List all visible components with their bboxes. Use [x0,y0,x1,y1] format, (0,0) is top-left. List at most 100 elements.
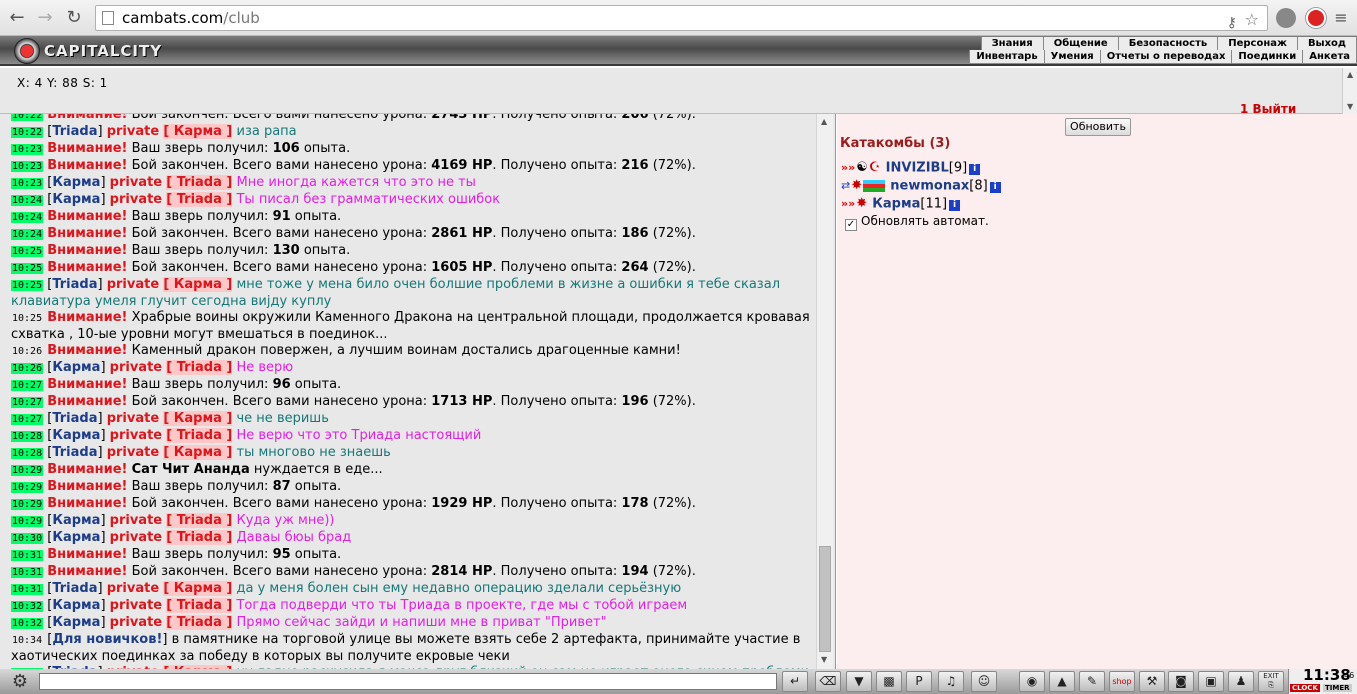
message-time[interactable]: 10:31 [11,567,44,578]
key-icon[interactable]: ⚷ [1227,11,1237,35]
sender-name[interactable]: Карма [52,513,100,528]
clock-label[interactable]: CLOCK [1290,684,1320,692]
message-time[interactable]: 10:25 [11,246,44,257]
menu-transfer-reports[interactable]: Отчеты о переводах [1101,50,1233,63]
message-time[interactable]: 10:23 [11,161,44,172]
extension-icon[interactable] [1276,8,1296,28]
message-time[interactable]: 10:34 [11,635,43,646]
recipient-name[interactable]: [ Triada ] [166,428,233,443]
chat-input[interactable] [39,673,777,690]
message-time[interactable]: 10:31 [11,550,44,561]
sender-name[interactable]: Карма [52,192,100,207]
private-arrow-icon[interactable]: »» [841,195,855,213]
sender-name[interactable]: Triada [52,277,97,292]
message-time[interactable]: 10:29 [11,482,44,493]
message-time[interactable]: 10:23 [11,178,44,189]
message-time[interactable]: 10:25 [11,263,44,274]
scroll-icon[interactable]: ✎ [1079,671,1105,692]
menu-security[interactable]: Безопасность [1119,37,1219,50]
sender-name[interactable]: Карма [52,428,100,443]
timer-label[interactable]: TIMER [1323,684,1352,692]
message-time[interactable]: 10:27 [11,380,44,391]
message-time[interactable]: 10:30 [11,533,44,544]
auto-refresh-checkbox[interactable]: ✓ [845,219,857,231]
eraser-icon[interactable]: ⌫ [815,671,841,692]
adblock-icon[interactable] [1306,8,1326,28]
recipient-name[interactable]: [ Triada ] [166,530,233,545]
recipient-name[interactable]: [ Карма ] [163,277,233,292]
sender-name[interactable]: Triada [52,581,97,596]
info-icon[interactable]: i [969,163,981,175]
message-time[interactable]: 10:29 [11,516,44,527]
menu-battles[interactable]: Поединки [1232,50,1304,63]
message-time[interactable]: 10:22 [11,114,44,121]
info-icon[interactable]: i [949,199,961,211]
message-time[interactable]: 10:24 [11,212,44,223]
message-time[interactable]: 10:27 [11,397,44,408]
forward-icon[interactable]: → [34,7,56,29]
filter-icon[interactable]: ▼ [846,671,872,692]
menu-communication[interactable]: Общение [1044,37,1119,50]
recipient-name[interactable]: [ Карма ] [163,124,233,139]
volume-icon[interactable]: ♫ [938,671,964,692]
menu-inventory[interactable]: Инвентарь [970,50,1045,63]
bag-icon[interactable]: ◉ [1019,671,1045,692]
sack-icon[interactable]: ▲ [1049,671,1075,692]
menu-knowledge[interactable]: Знания [982,37,1044,50]
scroll-down-icon[interactable]: ▼ [821,655,827,664]
address-bar[interactable]: cambats.com/club ⚷ ☆ [95,5,1268,31]
message-time[interactable]: 10:31 [11,584,44,595]
message-time[interactable]: 10:23 [11,144,44,155]
hammer-icon[interactable]: ⚒ [1139,671,1165,692]
info-scrollbar[interactable]: ▲ ▼ [1342,68,1357,114]
menu-exit[interactable]: Выход [1298,37,1357,50]
sender-name[interactable]: Triada [52,445,97,460]
scroll-up-icon[interactable]: ▲ [821,117,827,126]
info-icon[interactable]: i [989,181,1001,193]
private-log-icon[interactable]: P [906,671,932,692]
private-arrow-icon[interactable]: »» [841,159,855,177]
user-name[interactable]: Карма [872,197,920,212]
sender-name[interactable]: Карма [52,360,100,375]
sender-name[interactable]: Карма [52,598,100,613]
smiley-icon[interactable]: ☺ [971,671,997,692]
recipient-name[interactable]: [ Triada ] [166,513,233,528]
scroll-down-icon[interactable]: ▼ [1347,102,1353,111]
refresh-button[interactable]: Обновить [1065,118,1131,136]
helmet-icon[interactable]: ◙ [1168,671,1194,692]
message-time[interactable]: 10:29 [11,465,44,476]
message-time[interactable]: 10:29 [11,499,44,510]
sender-name[interactable]: Triada [52,411,97,426]
message-time[interactable]: 10:25 [11,280,44,291]
shop-button[interactable]: shop [1109,671,1135,692]
sender-name[interactable]: Карма [52,615,100,630]
sender-name[interactable]: Triada [52,124,97,139]
menu-profile[interactable]: Анкета [1303,50,1357,63]
user-name[interactable]: INVIZIBL [886,161,949,176]
back-icon[interactable]: ← [6,7,28,29]
star-icon[interactable]: ☆ [1245,8,1259,32]
recipient-name[interactable]: [ Triada ] [166,615,233,630]
reload-icon[interactable]: ↻ [63,7,85,29]
message-time[interactable]: 10:32 [11,601,44,612]
recipient-name[interactable]: [ Triada ] [166,598,233,613]
sender-name[interactable]: Карма [52,175,100,190]
recipient-name[interactable]: [ Карма ] [163,581,233,596]
sender-name[interactable]: Для новичков! [52,632,162,647]
message-time[interactable]: 10:25 [11,313,43,324]
menu-skills[interactable]: Умения [1045,50,1101,63]
message-time[interactable]: 10:24 [11,195,44,206]
recipient-name[interactable]: [ Triada ] [166,192,233,207]
chest-icon[interactable]: ▣ [1198,671,1224,692]
menu-character[interactable]: Персонаж [1218,37,1298,50]
user-name[interactable]: newmonax [890,179,969,194]
scroll-up-icon[interactable]: ▲ [1347,70,1353,79]
recipient-name[interactable]: [ Карма ] [163,411,233,426]
recipient-name[interactable]: [ Карма ] [163,445,233,460]
message-time[interactable]: 10:24 [11,229,44,240]
recipient-name[interactable]: [ Triada ] [166,360,233,375]
battle-icon[interactable]: ⇄ [841,177,850,195]
save-icon[interactable]: ▩ [876,671,902,692]
chat-scrollbar[interactable]: ▲ ▼ [816,114,833,669]
menu-icon[interactable]: ≡ [1330,7,1352,29]
